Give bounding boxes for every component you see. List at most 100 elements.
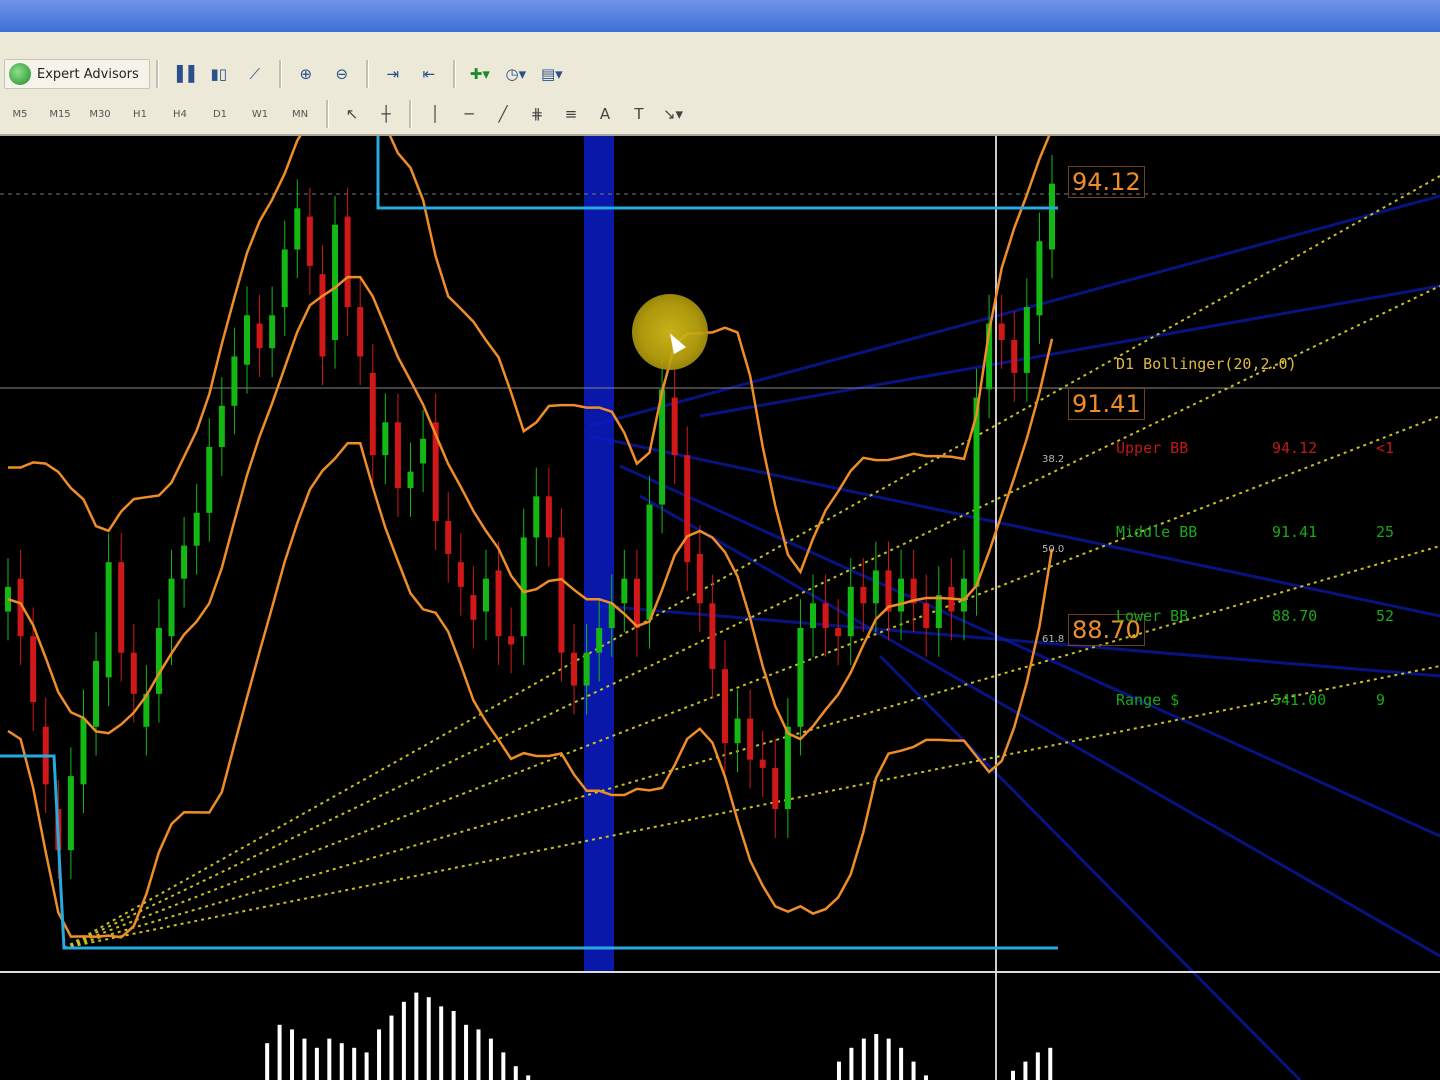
window-titlebar [0, 0, 1440, 34]
timeframe-button[interactable]: W1 [240, 101, 280, 127]
candle-body [306, 216, 313, 266]
histogram-bar [923, 1075, 928, 1080]
templates-icon[interactable]: ▤▾ [537, 60, 567, 88]
histogram-bar [265, 1043, 270, 1080]
histogram-bar [1048, 1047, 1053, 1080]
histogram-bar [836, 1061, 841, 1080]
candle-body [520, 537, 527, 637]
candle-body [93, 660, 100, 727]
timeframe-button[interactable]: H1 [120, 101, 160, 127]
timeframe-button[interactable]: H4 [160, 101, 200, 127]
candle-body [810, 603, 817, 628]
horizontal-line-icon[interactable]: ─ [452, 101, 486, 127]
candlestick-chart-icon[interactable]: ▮▯ [204, 60, 234, 88]
candle-body [394, 422, 401, 489]
histogram-bar [861, 1038, 866, 1080]
histogram-bar [401, 1001, 406, 1080]
histogram-bar [488, 1038, 493, 1080]
candle-body [734, 718, 741, 744]
toolbar-separator [452, 60, 456, 88]
cursor-tool-icon[interactable]: ↖ [335, 101, 369, 127]
candle-body [797, 628, 804, 727]
autoscroll-icon[interactable]: ⇥ [378, 60, 408, 88]
histogram-bar [874, 1034, 879, 1080]
candle-body [269, 315, 276, 349]
timeframe-button[interactable]: M30 [80, 101, 120, 127]
info-value: 91.41 [1272, 523, 1318, 541]
info-row-range: Range $ 541.00 9 [1116, 686, 1394, 714]
info-extra: 9 [1376, 691, 1386, 709]
histogram-bar [439, 1006, 444, 1080]
histogram-bar [849, 1047, 854, 1080]
zoom-out-icon[interactable]: ⊖ [327, 60, 357, 88]
candle-body [118, 562, 125, 653]
histogram-bar [327, 1038, 332, 1080]
toolbar-area: Expert Advisors ▐▐ ▮▯ ⟋ ⊕ ⊖ ⇥ ⇤ ✚▾ ◷▾ ▤▾… [0, 32, 1440, 136]
indicators-icon[interactable]: ✚▾ [465, 60, 495, 88]
info-row-lower: Lower BB 88.70 52 [1116, 602, 1394, 630]
candle-body [256, 323, 263, 349]
line-chart-icon[interactable]: ⟋ [240, 60, 270, 88]
histogram-bar [389, 1015, 394, 1080]
info-name: Lower BB [1116, 607, 1189, 625]
vertical-line-icon[interactable]: │ [418, 101, 452, 127]
info-row-upper: Upper BB 94.12 <1 [1116, 434, 1394, 462]
candle-body [872, 570, 879, 604]
toolbar-separator [155, 60, 159, 88]
toolbar-separator [326, 100, 329, 128]
candle-body [583, 652, 590, 686]
histogram-bar [314, 1047, 319, 1080]
candle-body [935, 595, 942, 628]
periods-icon[interactable]: ◷▾ [501, 60, 531, 88]
histogram-bar [501, 1052, 506, 1080]
histogram-bar [414, 992, 419, 1080]
candle-body [533, 496, 540, 538]
crosshair-tool-icon[interactable]: ┼ [369, 101, 403, 127]
candle-body [558, 537, 565, 653]
text-label-tool-icon[interactable]: T [622, 101, 656, 127]
bollinger-band [7, 441, 1054, 939]
candle-body [495, 570, 502, 637]
candle-body [445, 521, 452, 554]
bollinger-info-panel: D1 Bollinger(20,2.0) Upper BB 94.12 <1 M… [1116, 294, 1394, 770]
candle-body [923, 603, 930, 628]
info-extra: 25 [1376, 523, 1395, 541]
expert-advisors-button[interactable]: Expert Advisors [4, 59, 150, 89]
zoom-in-icon[interactable]: ⊕ [291, 60, 321, 88]
timeframe-button[interactable]: D1 [200, 101, 240, 127]
histogram-bar [302, 1038, 307, 1080]
channel-tool-icon[interactable]: ⋕ [520, 101, 554, 127]
candle-body [332, 224, 339, 340]
timeframe-button[interactable]: MN [280, 101, 320, 127]
timeframe-button[interactable]: M5 [0, 101, 40, 127]
candle-body [357, 307, 364, 357]
histogram-bar [352, 1047, 357, 1080]
chart-shift-icon[interactable]: ⇤ [414, 60, 444, 88]
histogram-bar [339, 1043, 344, 1080]
candle-body [231, 356, 238, 406]
candle-body [482, 578, 489, 612]
candle-body [369, 372, 376, 456]
info-name: Middle BB [1116, 523, 1198, 541]
candle-body [860, 586, 867, 604]
price-chart[interactable]: 94.12 91.41 88.70 38.2 50.0 61.8 D1 Boll… [0, 136, 1440, 1080]
trendline-icon[interactable]: ╱ [486, 101, 520, 127]
bar-chart-icon[interactable]: ▐▐ [168, 60, 198, 88]
arrows-tool-icon[interactable]: ↘▾ [656, 101, 690, 127]
candle-body [696, 553, 703, 604]
candle-body [960, 578, 967, 612]
expert-advisors-icon [9, 63, 31, 85]
candle-body [281, 249, 288, 308]
candle-body [130, 652, 137, 694]
text-tool-icon[interactable]: A [588, 101, 622, 127]
candle-body [319, 274, 326, 357]
histogram-bar [476, 1029, 481, 1080]
timeframe-button[interactable]: M15 [40, 101, 80, 127]
candle-body [457, 562, 464, 587]
candle-body [784, 726, 791, 810]
info-panel-title: D1 Bollinger(20,2.0) [1116, 355, 1297, 373]
fibonacci-tool-icon[interactable]: ≡ [554, 101, 588, 127]
histogram-bar [277, 1024, 282, 1080]
candle-body [470, 595, 477, 620]
candle-body [181, 545, 188, 579]
